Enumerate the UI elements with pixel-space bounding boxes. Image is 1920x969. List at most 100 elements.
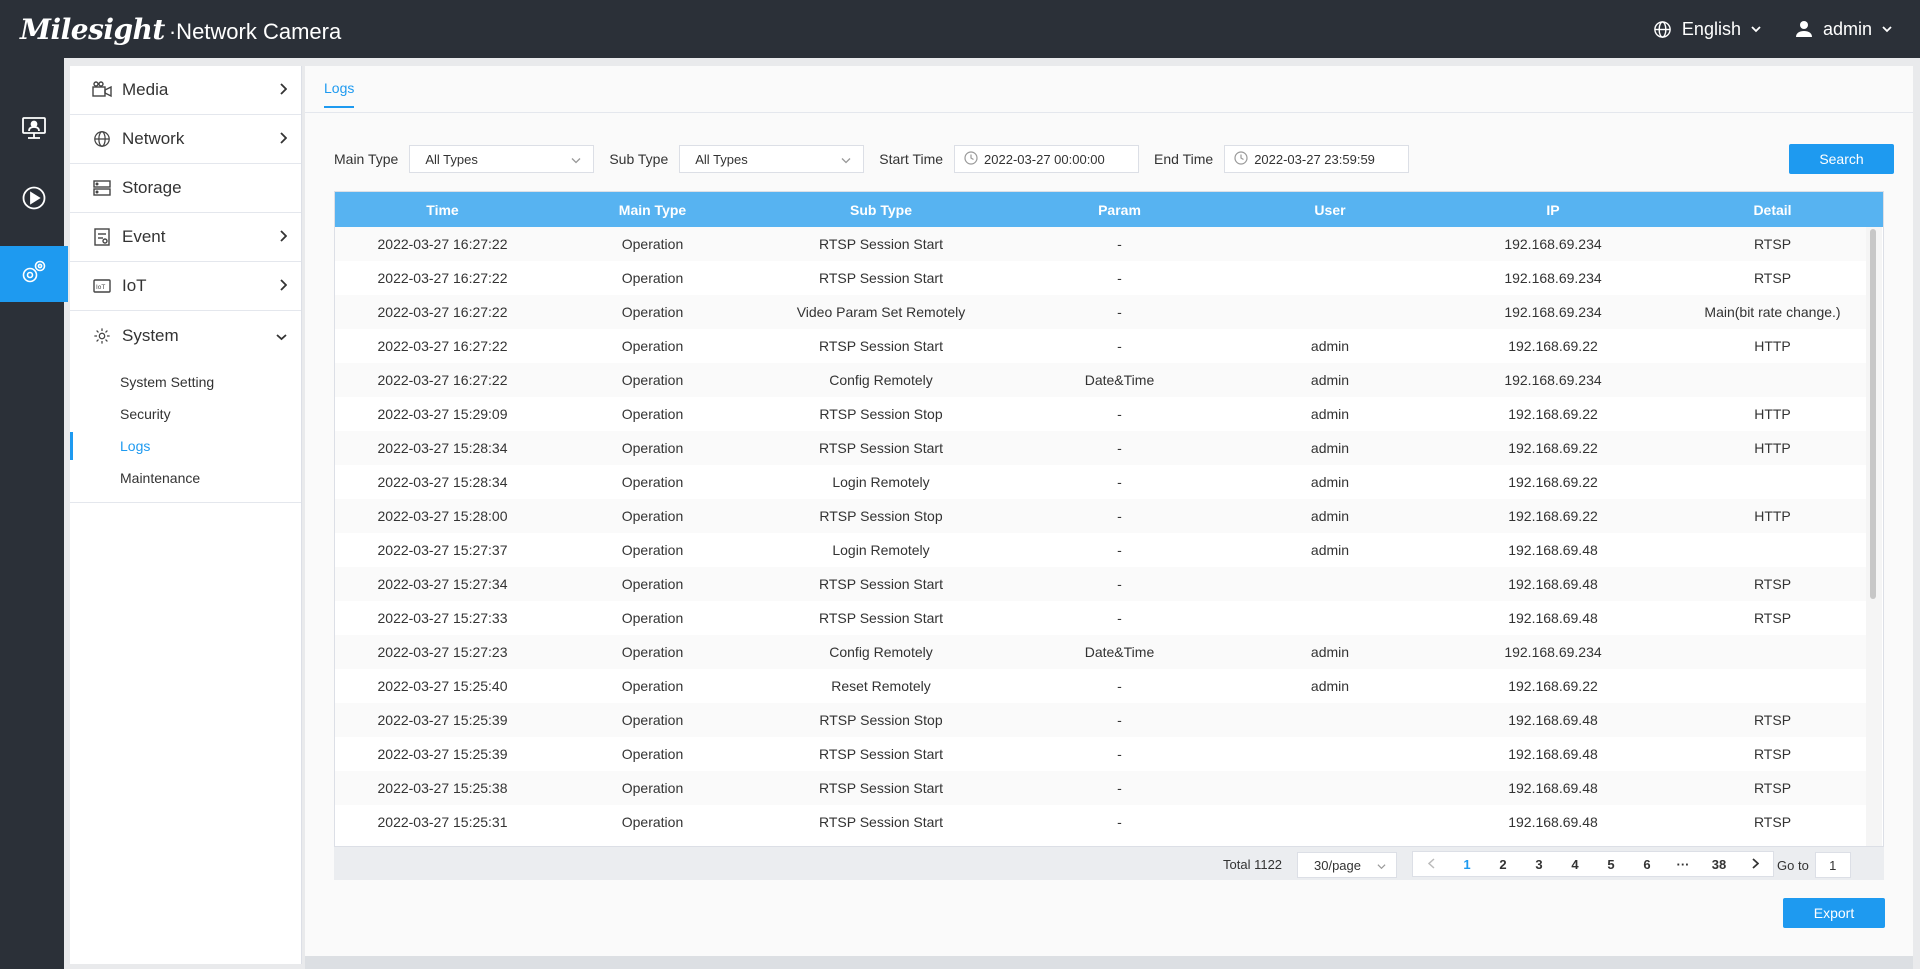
table-row[interactable]: 2022-03-27 15:28:34 Operation RTSP Session… bbox=[335, 431, 1867, 465]
goto-label: Go to bbox=[1777, 857, 1809, 873]
cell-ip: 192.168.69.48 bbox=[1508, 780, 1598, 796]
chevron-down-icon bbox=[276, 326, 287, 346]
page-button[interactable]: 2 bbox=[1485, 852, 1521, 876]
table-row[interactable]: 2022-03-27 15:25:39 Operation RTSP Session… bbox=[335, 703, 1867, 737]
cell-sub-type: RTSP Session Stop bbox=[819, 712, 943, 728]
table-row[interactable]: 2022-03-27 15:25:40 Operation Reset Remote… bbox=[335, 669, 1867, 703]
search-button[interactable]: Search bbox=[1789, 144, 1894, 174]
page-button[interactable]: 3 bbox=[1521, 852, 1557, 876]
table-scrollbar[interactable] bbox=[1866, 227, 1882, 846]
cell-sub-type: Login Remotely bbox=[832, 474, 930, 490]
sidebar-item-label: Media bbox=[122, 80, 169, 99]
settings-sidebar: Media Network Storage Event IoT IoT Syst… bbox=[70, 66, 302, 964]
page-size-select[interactable]: 30/page bbox=[1297, 852, 1397, 878]
scrollbar-thumb[interactable] bbox=[1870, 229, 1876, 599]
main-panel: Logs Main Type All Types Sub Type All Ty… bbox=[305, 66, 1913, 956]
user-menu[interactable]: admin bbox=[1795, 19, 1892, 40]
table-row[interactable]: 2022-03-27 15:27:37 Operation Login Remote… bbox=[335, 533, 1867, 567]
next-page-button[interactable] bbox=[1737, 852, 1773, 876]
sidebar-item-event[interactable]: Event bbox=[70, 213, 301, 262]
page-button[interactable]: 5 bbox=[1593, 852, 1629, 876]
cell-sub-type: Login Remotely bbox=[832, 542, 930, 558]
svg-text:IoT: IoT bbox=[96, 284, 105, 291]
brand-logo[interactable]: Milesight ·Network Camera bbox=[20, 13, 341, 46]
end-time-input[interactable]: 2022-03-27 23:59:59 bbox=[1224, 145, 1410, 173]
tab-logs[interactable]: Logs bbox=[324, 80, 355, 108]
cell-main-type: Operation bbox=[621, 236, 684, 252]
more-pages-button[interactable]: ··· bbox=[1665, 852, 1701, 876]
table-row[interactable]: 2022-03-27 15:25:39 Operation RTSP Session… bbox=[335, 737, 1867, 771]
rail-playback[interactable] bbox=[0, 172, 68, 228]
chevron-left-icon bbox=[1427, 857, 1435, 872]
page-button[interactable]: 38 bbox=[1701, 852, 1737, 876]
page-button[interactable]: 6 bbox=[1629, 852, 1665, 876]
table-row[interactable]: 2022-03-27 16:27:22 Operation RTSP Session… bbox=[335, 261, 1867, 295]
cell-ip: 192.168.69.48 bbox=[1508, 610, 1598, 626]
table-row[interactable]: 2022-03-27 15:29:09 Operation RTSP Session… bbox=[335, 397, 1867, 431]
cell-ip: 192.168.69.22 bbox=[1508, 474, 1598, 490]
start-time-input[interactable]: 2022-03-27 00:00:00 bbox=[954, 145, 1140, 173]
cell-sub-type: RTSP Session Stop bbox=[819, 406, 943, 422]
sidebar-subitem-security[interactable]: Security bbox=[70, 398, 301, 430]
table-row[interactable]: 2022-03-27 15:28:00 Operation RTSP Session… bbox=[335, 499, 1867, 533]
cell-ip: 192.168.69.48 bbox=[1508, 746, 1598, 762]
sidebar-item-network[interactable]: Network bbox=[70, 115, 301, 164]
table-row[interactable]: 2022-03-27 16:27:22 Operation Video Param … bbox=[335, 295, 1867, 329]
cell-ip: 192.168.69.22 bbox=[1508, 440, 1598, 456]
cell-detail bbox=[1678, 465, 1867, 499]
cell-user bbox=[1232, 261, 1428, 295]
table-row[interactable]: 2022-03-27 15:28:34 Operation Login Remote… bbox=[335, 465, 1867, 499]
cell-user bbox=[1232, 805, 1428, 839]
export-button[interactable]: Export bbox=[1783, 898, 1885, 928]
sidebar-subitem-system-setting[interactable]: System Setting bbox=[70, 366, 301, 398]
cell-main-type: Operation bbox=[621, 746, 684, 762]
table-row[interactable]: 2022-03-27 15:25:38 Operation RTSP Session… bbox=[335, 771, 1867, 805]
cell-ip: 192.168.69.48 bbox=[1508, 712, 1598, 728]
page-button[interactable]: 4 bbox=[1557, 852, 1593, 876]
sidebar-item-label: System bbox=[122, 325, 179, 345]
cell-user bbox=[1232, 227, 1428, 261]
table-row[interactable]: 2022-03-27 15:27:34 Operation RTSP Session… bbox=[335, 567, 1867, 601]
page-button[interactable]: 1 bbox=[1449, 852, 1485, 876]
cell-main-type: Operation bbox=[621, 338, 684, 354]
sidebar-item-iot[interactable]: IoT IoT bbox=[70, 262, 301, 311]
table-row[interactable]: 2022-03-27 16:27:22 Operation RTSP Session… bbox=[335, 329, 1867, 363]
cell-param: Date&Time bbox=[1084, 372, 1155, 388]
tab-bar: Logs bbox=[305, 66, 1913, 113]
cell-time: 2022-03-27 16:27:22 bbox=[377, 304, 508, 320]
cell-ip: 192.168.69.22 bbox=[1508, 338, 1598, 354]
system-submenu: System Setting Security Logs Maintenance bbox=[70, 360, 301, 503]
cell-sub-type: Config Remotely bbox=[829, 372, 933, 388]
goto-input[interactable]: 1 bbox=[1814, 852, 1851, 878]
cell-main-type: Operation bbox=[621, 372, 684, 388]
table-row[interactable]: 2022-03-27 15:27:23 Operation Config Remot… bbox=[335, 635, 1867, 669]
table-row[interactable]: 2022-03-27 15:27:33 Operation RTSP Session… bbox=[335, 601, 1867, 635]
cell-time: 2022-03-27 15:27:33 bbox=[377, 610, 508, 626]
rail-live-view[interactable] bbox=[0, 102, 68, 158]
main-type-label: Main Type bbox=[334, 151, 399, 167]
language-selector[interactable]: English bbox=[1653, 19, 1761, 40]
table-row[interactable]: 2022-03-27 16:27:22 Operation RTSP Session… bbox=[335, 227, 1867, 261]
cell-user: admin bbox=[1310, 474, 1350, 490]
table-row[interactable]: 2022-03-27 16:27:22 Operation Config Remot… bbox=[335, 363, 1867, 397]
chevron-down-icon bbox=[1377, 858, 1386, 873]
chevron-right-icon bbox=[279, 227, 288, 247]
cell-detail: HTTP bbox=[1754, 508, 1791, 524]
main-type-select[interactable]: All Types bbox=[409, 145, 595, 173]
prev-page-button[interactable] bbox=[1413, 852, 1449, 876]
cell-time: 2022-03-27 15:25:31 bbox=[377, 814, 508, 830]
sidebar-item-storage[interactable]: Storage bbox=[70, 164, 301, 213]
rail-settings[interactable] bbox=[0, 246, 68, 302]
sub-type-select[interactable]: All Types bbox=[679, 145, 865, 173]
cell-time: 2022-03-27 16:27:22 bbox=[377, 338, 508, 354]
sidebar-subitem-maintenance[interactable]: Maintenance bbox=[70, 462, 301, 494]
sidebar-item-media[interactable]: Media bbox=[70, 66, 301, 115]
table-row[interactable]: 2022-03-27 15:25:31 Operation RTSP Session… bbox=[335, 805, 1867, 839]
chevron-right-icon bbox=[279, 80, 288, 100]
storage-icon bbox=[92, 178, 112, 198]
cell-detail: HTTP bbox=[1754, 338, 1791, 354]
camera-icon bbox=[92, 80, 112, 100]
sidebar-item-system[interactable]: System bbox=[70, 311, 301, 360]
column-header-main-type: Main Type bbox=[618, 201, 687, 218]
sidebar-subitem-logs[interactable]: Logs bbox=[70, 430, 301, 462]
